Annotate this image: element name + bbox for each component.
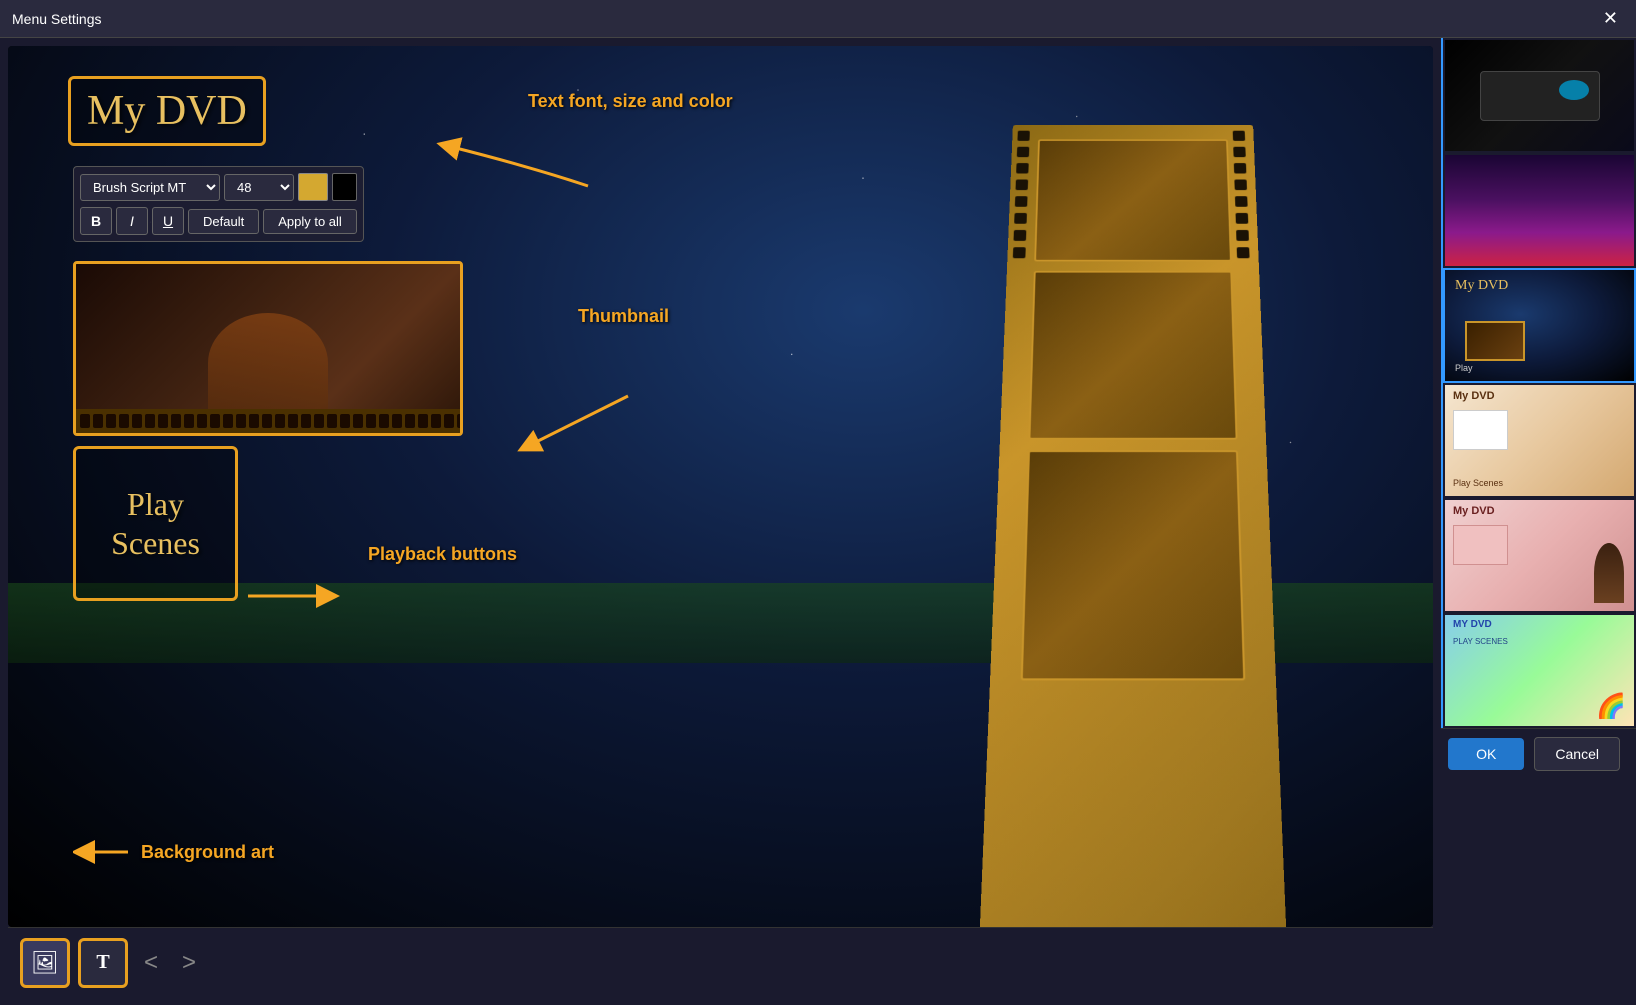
right-panel-wrapper: My DVD Play My DVD Play Scenes bbox=[1441, 38, 1636, 1005]
theme1-indicator bbox=[1559, 80, 1589, 100]
annotation-text-thumbnail: Thumbnail bbox=[578, 306, 669, 327]
theme6-title: MY DVD bbox=[1453, 619, 1492, 630]
theme2-background bbox=[1445, 155, 1634, 266]
menu-settings-window: Menu Settings ✕ bbox=[0, 0, 1636, 1005]
theme-thumb-6[interactable]: MY DVD PLAY SCENES 🌈 bbox=[1443, 613, 1636, 728]
theme3-nav-text: Play bbox=[1455, 363, 1473, 373]
theme-thumb-2[interactable] bbox=[1443, 153, 1636, 268]
thumbnail-box[interactable] bbox=[73, 261, 463, 436]
annotation-background-art: Background art bbox=[73, 837, 274, 867]
theme-thumb-5[interactable]: My DVD bbox=[1443, 498, 1636, 613]
bottom-toolbar: 🖼 T < > bbox=[8, 927, 1433, 997]
annotation-arrow-playback bbox=[248, 556, 488, 636]
image-tool-icon: 🖼 bbox=[31, 950, 59, 976]
theme-thumb-1[interactable] bbox=[1443, 38, 1636, 153]
text-tool-icon: T bbox=[96, 951, 109, 974]
annotation-text-playback: Playback buttons bbox=[368, 544, 517, 565]
theme5-thumbnail bbox=[1453, 525, 1508, 565]
theme3-label: My DVD bbox=[1455, 278, 1508, 294]
preview-canvas: My DVD Brush Script MT Arial Times New R… bbox=[8, 46, 1433, 927]
theme6-background: MY DVD PLAY SCENES 🌈 bbox=[1445, 615, 1634, 726]
apply-all-button[interactable]: Apply to all bbox=[263, 209, 357, 234]
title-text-box[interactable]: My DVD bbox=[68, 76, 266, 146]
playback-text: Play Scenes bbox=[111, 485, 200, 562]
bold-button[interactable]: B bbox=[80, 207, 112, 235]
cancel-button[interactable]: Cancel bbox=[1534, 737, 1620, 771]
image-tool-button[interactable]: 🖼 bbox=[20, 938, 70, 988]
dialog-footer: OK Cancel bbox=[1441, 728, 1636, 778]
theme5-figure bbox=[1594, 543, 1624, 603]
overlay-elements: My DVD Brush Script MT Arial Times New R… bbox=[8, 46, 1433, 927]
theme3-thumbnail bbox=[1465, 321, 1525, 361]
underline-button[interactable]: U bbox=[152, 207, 184, 235]
prev-button[interactable]: < bbox=[136, 945, 166, 981]
annotation-arrow-font bbox=[388, 106, 648, 236]
title-text: My DVD bbox=[87, 88, 247, 134]
color-swatch[interactable] bbox=[298, 173, 328, 201]
title-bar: Menu Settings ✕ bbox=[0, 0, 1636, 38]
default-button[interactable]: Default bbox=[188, 209, 259, 234]
ok-button[interactable]: OK bbox=[1448, 738, 1524, 770]
italic-button[interactable]: I bbox=[116, 207, 148, 235]
text-tool-button[interactable]: T bbox=[78, 938, 128, 988]
theme6-rainbow: 🌈 bbox=[1596, 692, 1626, 721]
theme1-background bbox=[1445, 40, 1634, 151]
thumbnail-figure bbox=[208, 313, 328, 413]
theme3-background: My DVD Play bbox=[1445, 270, 1634, 381]
thumbnail-inner bbox=[76, 264, 460, 433]
theme-thumb-4[interactable]: My DVD Play Scenes bbox=[1443, 383, 1636, 498]
theme4-background: My DVD Play Scenes bbox=[1445, 385, 1634, 496]
theme1-vhs bbox=[1480, 71, 1600, 121]
next-button[interactable]: > bbox=[174, 945, 204, 981]
center-area: My DVD Brush Script MT Arial Times New R… bbox=[0, 38, 1441, 1005]
annotation-arrow-thumbnail bbox=[488, 336, 688, 486]
main-content: My DVD Brush Script MT Arial Times New R… bbox=[0, 38, 1636, 1005]
theme5-title: My DVD bbox=[1453, 505, 1495, 517]
font-family-select[interactable]: Brush Script MT Arial Times New Roman bbox=[80, 174, 220, 201]
font-size-select[interactable]: 48 24 36 60 bbox=[224, 174, 294, 201]
font-row-1: Brush Script MT Arial Times New Roman 48… bbox=[80, 173, 357, 201]
theme6-subtitle: PLAY SCENES bbox=[1453, 637, 1508, 646]
theme-thumb-3[interactable]: My DVD Play bbox=[1443, 268, 1636, 383]
theme4-title: My DVD bbox=[1453, 390, 1495, 402]
theme4-nav: Play Scenes bbox=[1453, 478, 1503, 488]
thumbnail-filmstrip-bottom bbox=[76, 409, 460, 433]
color-bar[interactable] bbox=[332, 173, 357, 201]
theme4-thumbnail bbox=[1453, 410, 1508, 450]
playback-box[interactable]: Play Scenes bbox=[73, 446, 238, 601]
right-panel: My DVD Play My DVD Play Scenes bbox=[1441, 38, 1636, 728]
format-row: B I U Default Apply to all bbox=[80, 207, 357, 235]
window-title: Menu Settings bbox=[12, 11, 102, 27]
close-button[interactable]: ✕ bbox=[1597, 6, 1624, 31]
theme5-background: My DVD bbox=[1445, 500, 1634, 611]
arrow-bg-art-icon bbox=[73, 837, 133, 867]
font-controls: Brush Script MT Arial Times New Roman 48… bbox=[73, 166, 364, 242]
annotation-text-font: Text font, size and color bbox=[528, 91, 733, 112]
